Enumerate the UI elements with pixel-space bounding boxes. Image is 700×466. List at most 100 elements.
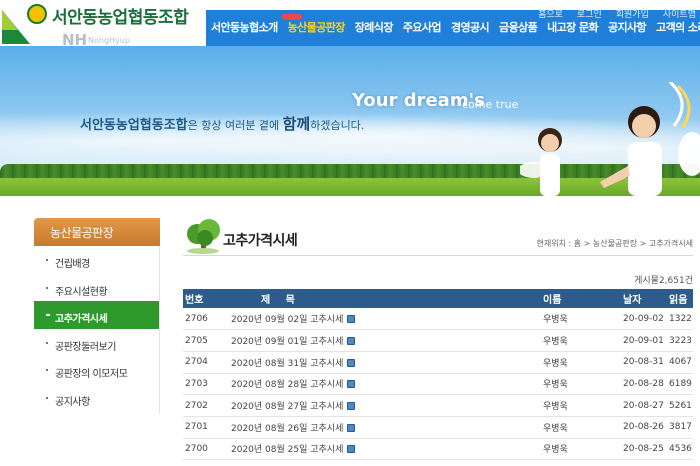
row-no: 2702 <box>183 394 223 417</box>
row-name: 우병욱 <box>543 438 623 461</box>
row-name: 우병욱 <box>543 308 623 331</box>
page-title: 고추가격시세 <box>223 233 298 249</box>
banner-slogan: 서안동농업협동조합은 항상 여러분 곁에 함께하겠습니다. <box>80 113 364 134</box>
nav-item-funeral[interactable]: 장례식장 <box>350 19 398 35</box>
row-no: 2706 <box>183 308 223 331</box>
row-no: 2703 <box>183 373 223 396</box>
sidebar-item-label: 공판장의 이모저모 <box>55 369 128 380</box>
attachment-icon <box>347 358 356 367</box>
row-no: 2701 <box>183 416 223 439</box>
boy-illustration <box>600 82 700 196</box>
row-no: 2704 <box>183 351 223 374</box>
nav-item-finance[interactable]: 금융상품 <box>494 19 542 35</box>
main-content: 고추가격시세 현재위치 : 홈 > 농산물공판장 > 고추가격시세 게시물2,6… <box>183 218 693 466</box>
nav-item-notice[interactable]: 공지사항 <box>603 19 651 35</box>
price-table: 번호 제 목 이름 날자 읽음 2706 2020년 09월 02일 고추시세 … <box>183 289 693 461</box>
table-row[interactable]: 2702 2020년 08월 27일 고추시세 우병욱 20-08-27 526… <box>183 394 693 417</box>
bullet-icon <box>46 341 48 344</box>
breadcrumb: 현재위치 : 홈 > 농산물공판장 > 고추가격시세 <box>536 239 693 248</box>
nav-item-disclosure[interactable]: 경영공시 <box>446 19 494 35</box>
bullet-icon <box>46 286 48 289</box>
slogan-main: 서안동농업협동조합 <box>80 118 188 133</box>
column-header-views: 읽음 <box>667 289 693 308</box>
row-title-cell: 2020년 08월 31일 고추시세 <box>223 351 543 374</box>
row-name: 우병욱 <box>543 351 623 374</box>
row-name: 우병욱 <box>543 373 623 396</box>
bullet-icon <box>46 314 50 316</box>
row-date: 20-09-02 <box>623 308 667 331</box>
attachment-icon <box>347 337 356 346</box>
sidebar-item-notice[interactable]: 공지사항 <box>34 384 159 412</box>
row-title-cell: 2020년 08월 28일 고추시세 <box>223 373 543 396</box>
row-title-link[interactable]: 2020년 08월 27일 고추시세 <box>231 402 343 412</box>
row-title-link[interactable]: 2020년 08월 28일 고추시세 <box>231 380 343 390</box>
page-header: 고추가격시세 현재위치 : 홈 > 농산물공판장 > 고추가격시세 <box>183 218 693 256</box>
row-date: 20-08-27 <box>623 394 667 417</box>
attachment-icon <box>347 445 356 454</box>
bullet-icon <box>46 369 48 371</box>
row-title-link[interactable]: 2020년 09월 01일 고추시세 <box>231 337 343 347</box>
sidebar-item-background[interactable]: 건립배경 <box>34 246 159 274</box>
girl-illustration <box>520 128 562 196</box>
table-row[interactable]: 2705 2020년 09월 01일 고추시세 우병욱 20-09-01 322… <box>183 329 693 352</box>
nav-item-voice[interactable]: 고객의 소리 <box>651 19 700 35</box>
row-views: 5261 <box>667 394 693 417</box>
sidebar-item-label: 공판장둘러보기 <box>55 341 116 353</box>
utility-login-link[interactable]: 로그인 <box>577 7 602 20</box>
sidebar-item-facilities[interactable]: 주요시설현황 <box>34 274 159 302</box>
column-header-no: 번호 <box>183 289 223 308</box>
table-row[interactable]: 2703 2020년 08월 28일 고추시세 우병욱 20-08-28 618… <box>183 373 693 396</box>
utility-home-link[interactable]: 홈으로 <box>538 7 563 20</box>
utility-sitemap-link[interactable]: 사이트맵 <box>663 7 696 20</box>
nav-item-culture[interactable]: 내고장 문화 <box>542 19 603 35</box>
logo-triangle-icon <box>2 10 30 44</box>
row-title-cell: 2020년 08월 25일 고추시세 <box>223 438 543 461</box>
post-count: 게시물2,651건 <box>634 276 693 286</box>
row-title-cell: 2020년 08월 26일 고추시세 <box>223 416 543 439</box>
hero-banner: 서안동농업협동조합은 항상 여러분 곁에 함께하겠습니다. Your dream… <box>0 46 700 196</box>
column-header-title: 제 목 <box>223 289 543 308</box>
sidebar-title: 농산물공판장 <box>34 218 160 246</box>
utility-join-link[interactable]: 회원가입 <box>616 7 649 20</box>
row-title-cell: 2020년 08월 27일 고추시세 <box>223 394 543 417</box>
slogan-part2: 하겠습니다. <box>310 119 365 132</box>
row-name: 우병욱 <box>543 329 623 352</box>
site-logo[interactable]: 서안동농업협동조합 NH NongHyup <box>0 0 206 49</box>
sidebar-item-tour[interactable]: 공판장둘러보기 <box>34 329 159 357</box>
table-row[interactable]: 2706 2020년 09월 02일 고추시세 우병욱 20-09-02 132… <box>183 308 693 331</box>
site-header: 서안동농업협동조합 NH NongHyup 홈으로 로그인 회원가입 사이트맵 … <box>0 0 700 49</box>
nh-emblem-icon <box>27 4 47 24</box>
sidebar-item-label: 고추가격시세 <box>55 314 108 325</box>
logo-nh-sub: NongHyup <box>88 36 130 45</box>
column-header-date: 날자 <box>623 289 667 308</box>
table-row[interactable]: 2704 2020년 08월 31일 고추시세 우병욱 20-08-31 406… <box>183 351 693 374</box>
row-date: 20-08-31 <box>623 351 667 374</box>
sidebar-item-gallery[interactable]: 공판장의 이모저모 <box>34 356 159 384</box>
row-no: 2705 <box>183 329 223 352</box>
row-title-link[interactable]: 2020년 09월 02일 고추시세 <box>231 315 343 325</box>
row-title-link[interactable]: 2020년 08월 25일 고추시세 <box>231 445 343 455</box>
row-views: 3817 <box>667 416 693 439</box>
table-row[interactable]: 2700 2020년 08월 25일 고추시세 우병욱 20-08-25 453… <box>183 438 693 461</box>
table-row[interactable]: 2701 2020년 08월 26일 고추시세 우병욱 20-08-26 381… <box>183 416 693 439</box>
row-date: 20-08-26 <box>623 416 667 439</box>
row-title-cell: 2020년 09월 01일 고추시세 <box>223 329 543 352</box>
row-date: 20-08-25 <box>623 438 667 461</box>
grass-field <box>0 178 700 196</box>
utility-links: 홈으로 로그인 회원가입 사이트맵 <box>538 7 696 20</box>
row-title-link[interactable]: 2020년 08월 26일 고추시세 <box>231 424 343 434</box>
attachment-icon <box>347 423 356 432</box>
row-views: 3223 <box>667 329 693 352</box>
nav-item-about[interactable]: 서안동농협소개 <box>206 19 283 35</box>
main-nav: 홈으로 로그인 회원가입 사이트맵 서안동농협소개 농산물공판장 장례식장 주요… <box>206 10 700 46</box>
content-area: 농산물공판장 건립배경 주요시설현황 고추가격시세 공판장둘러보기 공판장의 이… <box>0 196 700 466</box>
row-title-link[interactable]: 2020년 08월 31일 고추시세 <box>231 359 343 369</box>
bullet-icon <box>46 396 48 399</box>
nav-item-business[interactable]: 주요사업 <box>398 19 446 35</box>
nav-item-market[interactable]: 농산물공판장 <box>283 19 350 35</box>
logo-title: 서안동농업협동조합 <box>52 8 189 28</box>
sidebar-item-pepper-prices[interactable]: 고추가격시세 <box>34 301 159 329</box>
attachment-icon <box>347 402 356 411</box>
slogan-emphasis: 함께 <box>282 115 311 133</box>
sidebar-item-label: 공지사항 <box>55 396 90 408</box>
